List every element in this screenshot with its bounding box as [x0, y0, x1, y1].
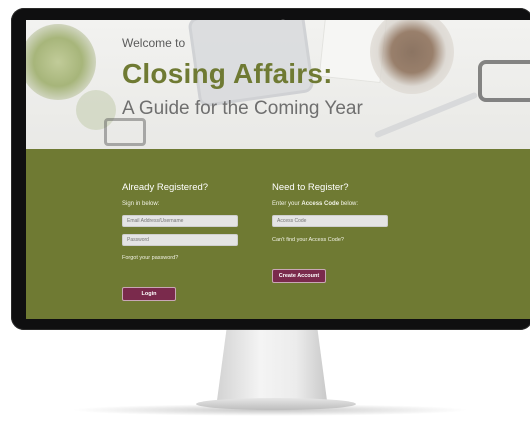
screen: Welcome to Closing Affairs: A Guide for …: [26, 20, 530, 319]
register-heading: Need to Register?: [272, 182, 349, 193]
page-subtitle: A Guide for the Coming Year: [122, 98, 363, 119]
access-code-field[interactable]: [272, 215, 388, 227]
welcome-text: Welcome to: [122, 36, 186, 50]
page-title: Closing Affairs:: [122, 58, 333, 89]
password-field[interactable]: [122, 234, 238, 246]
cactus-plant-image: [26, 24, 96, 100]
pen-image: [373, 91, 479, 139]
email-field[interactable]: [122, 215, 238, 227]
glasses-image: [478, 60, 530, 102]
binder-clips-image: [104, 118, 146, 146]
hero-banner: Welcome to Closing Affairs: A Guide for …: [26, 20, 530, 149]
cant-find-access-code-link[interactable]: Can't find your Access Code?: [272, 237, 344, 243]
create-account-button[interactable]: Create Account: [272, 269, 326, 283]
monitor-stand-base: [196, 398, 356, 410]
login-subheading: Sign in below:: [122, 201, 160, 207]
register-subheading: Enter your Access Code below:: [272, 201, 359, 207]
coffee-cup-image: [370, 20, 454, 94]
login-heading: Already Registered?: [122, 182, 209, 193]
login-button[interactable]: Login: [122, 287, 176, 301]
monitor-stand-neck: [216, 330, 328, 402]
auth-panel: Already Registered? Sign in below: Forgo…: [26, 149, 530, 319]
forgot-password-link[interactable]: Forgot your password?: [122, 255, 178, 261]
